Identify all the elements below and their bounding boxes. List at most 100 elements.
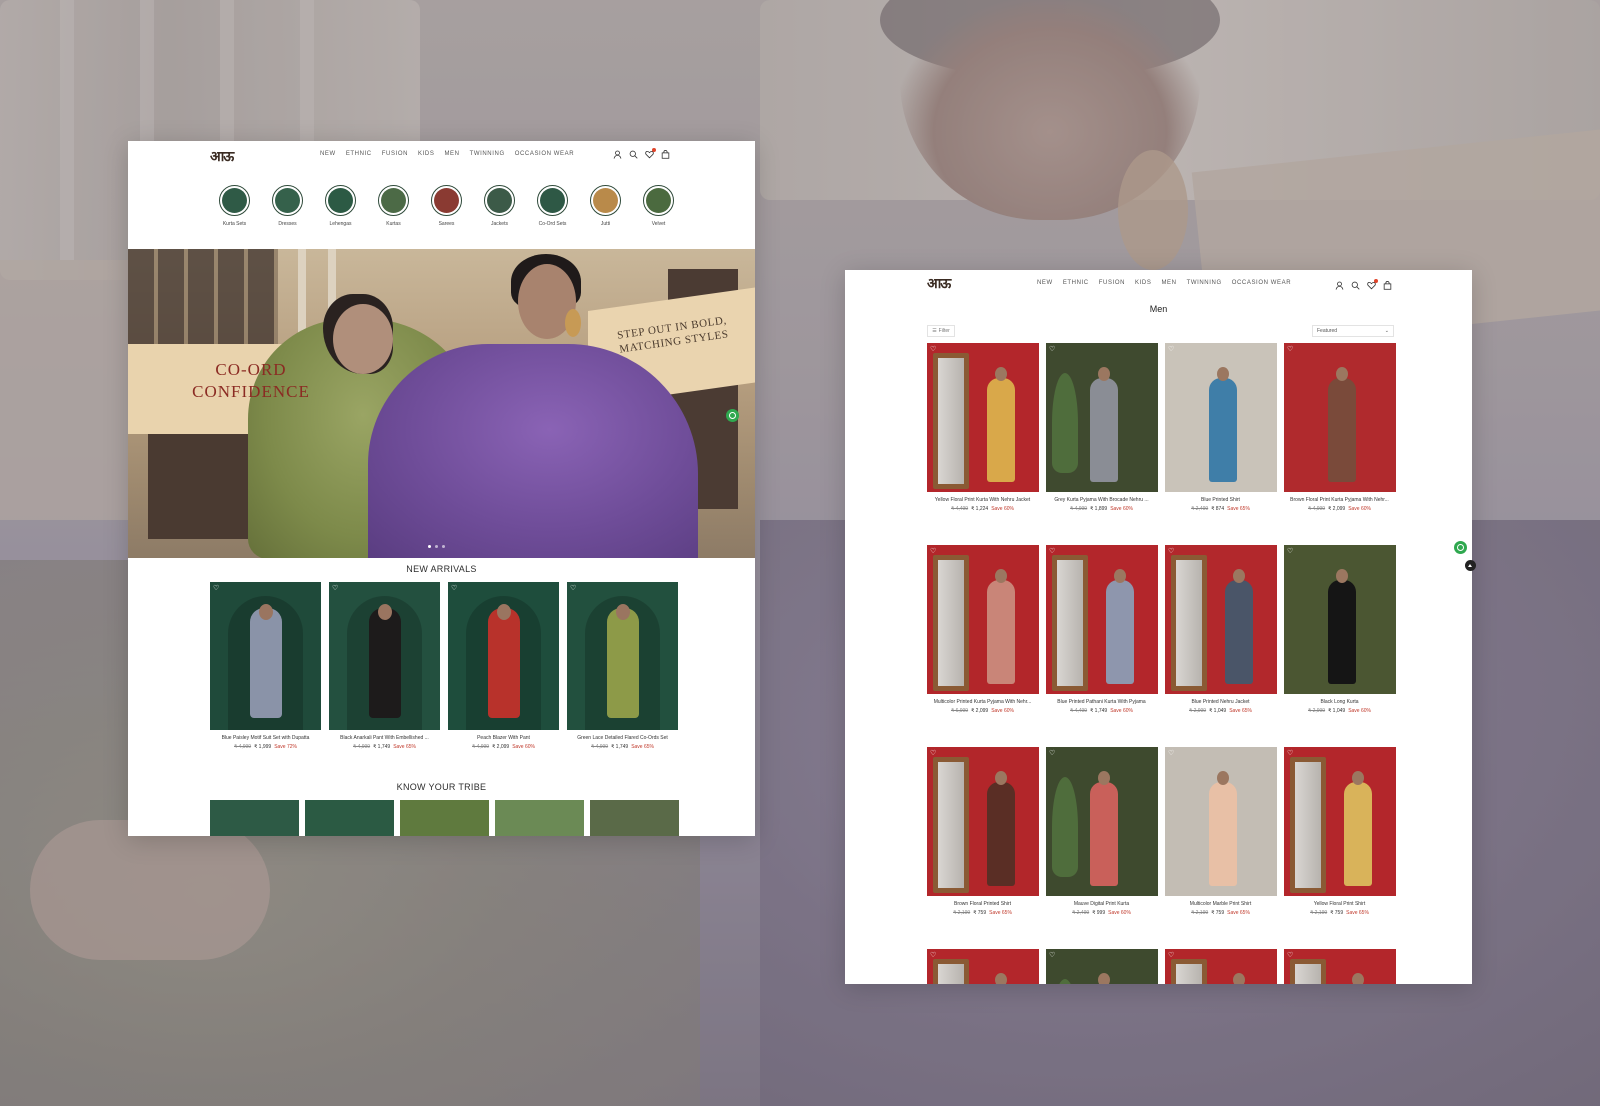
category-kurtas[interactable]: Kurtas [377,185,410,227]
category-velvet[interactable]: Velvet [642,185,675,227]
bag-icon[interactable] [1383,281,1392,290]
search-icon[interactable] [1351,281,1360,290]
product-card[interactable]: ♡ Black Anarkali Pant With Embellished .… [329,582,440,750]
nav-item-new[interactable]: NEW [1037,280,1053,286]
nav-item-twinning[interactable]: TWINNING [1187,280,1222,286]
heart-icon[interactable] [1367,279,1378,290]
product-card[interactable]: ♡ Multicolor Marble Print Shirt ₹ 2,199 ₹ 7… [1165,747,1277,916]
product-price: ₹ 4,499 ₹ 1,749 Save 60% [1070,708,1133,714]
product-image: ♡ [329,582,440,730]
tribe-card[interactable] [400,800,489,836]
wishlist-heart-icon[interactable]: ♡ [1287,547,1293,555]
heart-icon[interactable] [645,148,656,159]
hero-banner[interactable]: CO-ORD CONFIDENCE STEP OUT IN BOLD, MATC… [128,249,755,558]
wishlist-heart-icon[interactable]: ♡ [1168,345,1174,353]
category-image [487,188,512,213]
product-card[interactable]: ♡ Green Lace Detailed Flared Co-Ords Set… [567,582,678,750]
category-jutti[interactable]: Jutti [589,185,622,227]
wishlist-heart-icon[interactable]: ♡ [1168,547,1174,555]
category-dresses[interactable]: Dresses [271,185,304,227]
product-card[interactable]: ♡ Blue Printed Shirt ₹ 2,499 ₹ 874 Save 65% [1165,343,1277,512]
hero-pagination[interactable] [428,545,445,548]
tribe-card[interactable] [210,800,299,836]
product-card[interactable]: ♡ Grey Kurta Pyjama With Brocade Nehru ..… [1046,343,1158,512]
user-icon[interactable] [1335,281,1344,290]
nav-item-fusion[interactable]: FUSION [1099,280,1125,286]
product-card[interactable]: ♡ [1284,949,1396,984]
wishlist-heart-icon[interactable]: ♡ [213,584,219,592]
product-card[interactable]: ♡ Blue Paisley Motif Suit Set with Dupat… [210,582,321,750]
chevron-up-icon[interactable] [1465,560,1476,571]
tribe-card[interactable] [590,800,679,836]
wishlist-heart-icon[interactable]: ♡ [1168,951,1174,959]
product-card[interactable]: ♡ [1165,949,1277,984]
nav-item-occasion-wear[interactable]: OCCASION WEAR [515,151,574,157]
whatsapp-icon[interactable] [726,409,739,422]
mirror-prop [1052,555,1088,691]
product-card[interactable]: ♡ Yellow Floral Print Shirt ₹ 2,199 ₹ 759 Sa… [1284,747,1396,916]
nav-item-new[interactable]: NEW [320,151,336,157]
product-price: ₹ 2,499 ₹ 874 Save 65% [1191,506,1250,512]
wishlist-heart-icon[interactable]: ♡ [1049,547,1055,555]
filter-button[interactable]: ☰ Filter [927,325,955,337]
category-image [275,188,300,213]
wishlist-heart-icon[interactable]: ♡ [1287,951,1293,959]
search-icon[interactable] [629,150,638,159]
wishlist-heart-icon[interactable]: ♡ [1049,749,1055,757]
tribe-card[interactable] [305,800,394,836]
wishlist-heart-icon[interactable]: ♡ [1287,749,1293,757]
wishlist-heart-icon[interactable]: ♡ [1049,345,1055,353]
product-price: ₹ 2,499 ₹ 999 Save 60% [1072,910,1131,916]
nav-item-occasion-wear[interactable]: OCCASION WEAR [1232,280,1291,286]
wishlist-heart-icon[interactable]: ♡ [930,345,936,353]
product-image: ♡ [927,545,1039,694]
nav-item-twinning[interactable]: TWINNING [470,151,505,157]
product-card[interactable]: ♡ [1046,949,1158,984]
nav-item-kids[interactable]: KIDS [1135,280,1151,286]
wishlist-heart-icon[interactable]: ♡ [930,749,936,757]
wishlist-heart-icon[interactable]: ♡ [930,547,936,555]
wishlist-heart-icon[interactable]: ♡ [451,584,457,592]
nav-item-men[interactable]: MEN [1161,280,1176,286]
user-icon[interactable] [613,150,622,159]
page-title: Men [1149,304,1168,314]
product-card[interactable]: ♡ Brown Floral Print Kurta Pyjama With Ne… [1284,343,1396,512]
category-co-ord-sets[interactable]: Co-Ord Sets [536,185,569,227]
whatsapp-icon[interactable] [1454,541,1467,554]
nav-item-ethnic[interactable]: ETHNIC [346,151,372,157]
product-card[interactable]: ♡ Mauve Digital Print Kurta ₹ 2,499 ₹ 999 Sa… [1046,747,1158,916]
nav-item-fusion[interactable]: FUSION [382,151,408,157]
sort-select[interactable]: Featured ⌄ [1312,325,1394,337]
product-card[interactable]: ♡ [927,949,1039,984]
nav-item-men[interactable]: MEN [444,151,459,157]
wishlist-heart-icon[interactable]: ♡ [332,584,338,592]
mirror-prop [1171,959,1207,984]
product-name: Blue Printed Shirt [1201,497,1240,503]
product-card[interactable]: ♡ Multicolor Printed Kurta Pyjama With Ne… [927,545,1039,714]
category-jackets[interactable]: Jackets [483,185,516,227]
category-image [434,188,459,213]
product-card[interactable]: ♡ Blue Printed Nehru Jacket ₹ 2,999 ₹ 1,049… [1165,545,1277,714]
product-card[interactable]: ♡ Yellow Floral Print Kurta With Nehru Ja… [927,343,1039,512]
category-lehengas[interactable]: Lehengas [324,185,357,227]
category-image [381,188,406,213]
product-card[interactable]: ♡ Black Long Kurta ₹ 2,999 ₹ 1,049 Save 60% [1284,545,1396,714]
wishlist-heart-icon[interactable]: ♡ [1287,345,1293,353]
category-sarees[interactable]: Sarees [430,185,463,227]
nav-item-ethnic[interactable]: ETHNIC [1063,280,1089,286]
category-kurta-sets[interactable]: Kurta Sets [218,185,251,227]
product-card[interactable]: ♡ Peach Blazer With Pant ₹ 4,999 ₹ 2,099 S… [448,582,559,750]
product-card[interactable]: ♡ Blue Printed Pathani Kurta With Pyjama ₹… [1046,545,1158,714]
bag-icon[interactable] [661,150,670,159]
main-nav: NEW ETHNIC FUSION KIDS MEN TWINNING OCCA… [320,151,574,157]
wishlist-heart-icon[interactable]: ♡ [1049,951,1055,959]
nav-item-kids[interactable]: KIDS [418,151,434,157]
product-card[interactable]: ♡ Brown Floral Printed Shirt ₹ 2,199 ₹ 759 S… [927,747,1039,916]
product-price: ₹ 4,999 ₹ 1,899 Save 60% [1070,506,1133,512]
brand-logo[interactable]: आऊ [210,147,234,166]
tribe-card[interactable] [495,800,584,836]
wishlist-heart-icon[interactable]: ♡ [570,584,576,592]
wishlist-heart-icon[interactable]: ♡ [1168,749,1174,757]
wishlist-heart-icon[interactable]: ♡ [930,951,936,959]
brand-logo[interactable]: आऊ [927,274,951,293]
